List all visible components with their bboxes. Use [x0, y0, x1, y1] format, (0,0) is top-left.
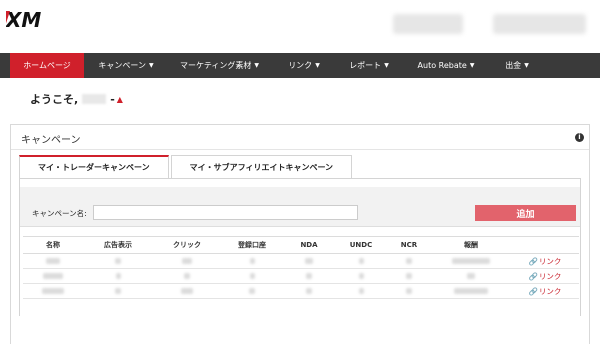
tab-my-trader-campaign[interactable]: マイ・トレーダーキャンペーン — [19, 155, 169, 178]
col-undc[interactable]: UNDC — [335, 236, 387, 254]
table-row: 🔗リンク — [23, 268, 579, 284]
nav-withdrawal-label: 出金 — [505, 61, 522, 70]
masked-value — [406, 288, 412, 294]
col-reward[interactable]: 報酬 — [431, 236, 511, 254]
masked-username — [82, 94, 107, 104]
link-icon: 🔗 — [528, 271, 538, 281]
nav-reports-label: レポート — [349, 61, 382, 70]
col-ncr[interactable]: NCR — [387, 236, 431, 254]
nav-links[interactable]: リンク ▼ — [271, 53, 337, 78]
chevron-down-icon: ▼ — [315, 62, 320, 69]
masked-value — [454, 288, 488, 294]
row-link[interactable]: 🔗リンク — [511, 253, 579, 269]
campaign-panel: キャンペーン i マイ・トレーダーキャンペーン マイ・サブアフィリエイトキャンペ… — [10, 124, 590, 344]
link-label: リンク — [538, 286, 562, 296]
campaign-name-input[interactable] — [93, 205, 358, 220]
col-name[interactable]: 名称 — [23, 236, 83, 254]
row-link[interactable]: 🔗リンク — [511, 283, 579, 299]
chevron-down-icon: ▼ — [469, 62, 475, 69]
masked-value — [249, 258, 255, 264]
main-nav: ホームページ キャンペーン ▼ マーケティング素材 ▼ リンク ▼ レポート ▼ Aut… — [0, 53, 600, 78]
masked-value — [358, 273, 364, 279]
welcome-line: ようこそ, - ▲ — [30, 91, 123, 107]
nav-reports[interactable]: レポート ▼ — [337, 53, 401, 78]
masked-value — [115, 258, 121, 264]
table-row: 🔗リンク — [23, 283, 579, 299]
masked-value — [305, 258, 313, 264]
table-header-row: 名称 広告表示 クリック 登録口座 NDA UNDC NCR 報酬 — [23, 236, 579, 254]
campaign-table: 名称 広告表示 クリック 登録口座 NDA UNDC NCR 報酬 🔗リンク 🔗… — [23, 236, 579, 299]
welcome-text: ようこそ, — [30, 93, 79, 106]
nav-home-label: ホームページ — [23, 61, 71, 70]
nav-marketing-materials[interactable]: マーケティング素材 ▼ — [168, 53, 271, 78]
nav-campaign[interactable]: キャンペーン ▼ — [84, 53, 168, 78]
masked-value — [406, 273, 412, 279]
masked-value — [358, 288, 364, 294]
col-registered-accounts[interactable]: 登録口座 — [221, 236, 283, 254]
info-icon[interactable]: i — [575, 133, 584, 142]
masked-value — [406, 258, 412, 264]
link-icon: 🔗 — [528, 286, 538, 296]
campaign-name-label: キャンペーン名: — [32, 209, 87, 218]
masked-value — [249, 273, 255, 279]
link-icon: 🔗 — [528, 256, 538, 266]
campaign-form: キャンペーン名: 追加 — [20, 187, 580, 227]
col-nda[interactable]: NDA — [283, 236, 335, 254]
nav-auto-rebate[interactable]: Auto Rebate ▼ — [401, 53, 491, 78]
campaign-tabs: マイ・トレーダーキャンペーン マイ・サブアフィリエイトキャンペーン — [19, 155, 353, 178]
masked-value — [306, 288, 312, 294]
top-header: XM — [0, 0, 600, 52]
add-button[interactable]: 追加 — [475, 205, 576, 221]
masked-value — [42, 288, 64, 294]
row-link[interactable]: 🔗リンク — [511, 268, 579, 284]
nav-home[interactable]: ホームページ — [10, 53, 84, 78]
logo-text: XM — [6, 8, 41, 30]
chevron-down-icon: ▼ — [148, 62, 154, 69]
link-label: リンク — [538, 271, 562, 281]
masked-value — [184, 273, 190, 279]
masked-value — [306, 273, 312, 279]
chevron-down-icon: ▼ — [254, 62, 259, 69]
masked-value — [467, 273, 475, 279]
chevron-down-icon: ▼ — [384, 62, 389, 69]
link-label: リンク — [538, 256, 562, 266]
masked-value — [182, 258, 192, 264]
tab-content: キャンペーン名: 追加 名称 広告表示 クリック 登録口座 NDA UNDC N… — [19, 178, 581, 316]
masked-value — [46, 258, 60, 264]
masked-value — [249, 288, 255, 294]
nav-auto-rebate-label: Auto Rebate — [417, 61, 467, 70]
masked-account-menu[interactable] — [493, 14, 586, 34]
tab-my-sub-affiliate-campaign[interactable]: マイ・サブアフィリエイトキャンペーン — [170, 155, 353, 178]
masked-account-info — [393, 14, 463, 34]
table-row: 🔗リンク — [23, 253, 579, 269]
masked-value — [358, 258, 364, 264]
col-link — [511, 236, 579, 254]
divider — [11, 149, 589, 150]
panel-title: キャンペーン — [21, 135, 81, 146]
chevron-down-icon: ▼ — [524, 62, 529, 69]
bell-icon[interactable]: ▲ — [117, 95, 123, 104]
nav-campaign-label: キャンペーン — [98, 61, 146, 70]
xm-logo[interactable]: XM — [6, 8, 56, 30]
nav-withdrawal[interactable]: 出金 ▼ — [491, 53, 543, 78]
masked-value — [452, 258, 490, 264]
masked-value — [115, 273, 121, 279]
nav-links-label: リンク — [288, 61, 313, 70]
masked-value — [43, 273, 63, 279]
masked-value — [181, 288, 193, 294]
col-clicks[interactable]: クリック — [153, 236, 221, 254]
nav-marketing-label: マーケティング素材 — [180, 61, 252, 70]
welcome-dash: - — [110, 92, 115, 106]
col-impressions[interactable]: 広告表示 — [83, 236, 153, 254]
masked-value — [115, 288, 121, 294]
